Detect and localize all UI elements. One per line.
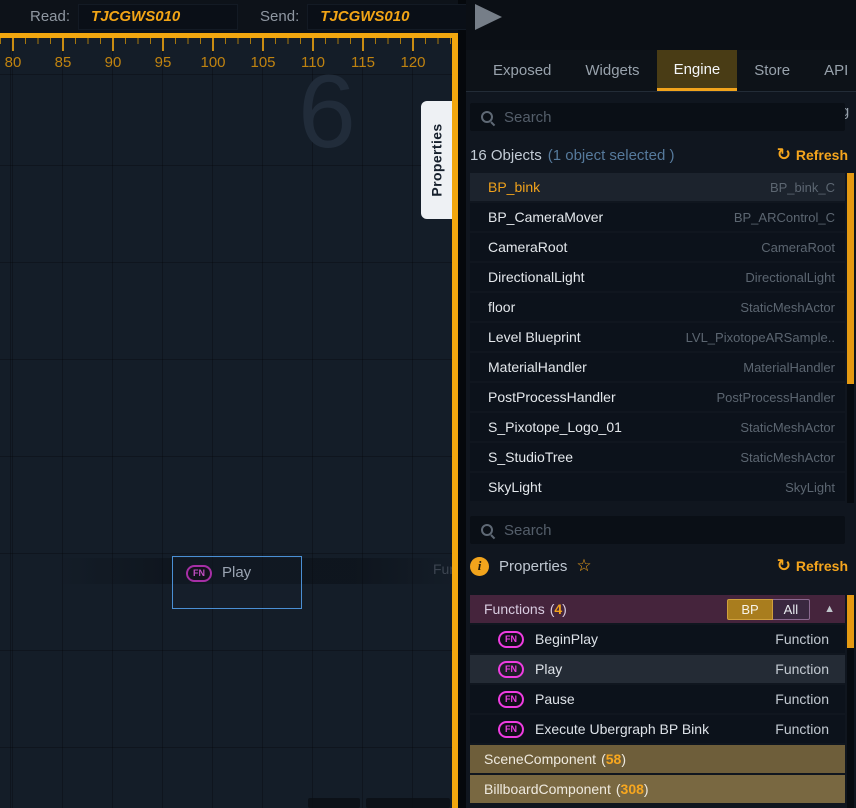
favorite-star-icon[interactable]: ☆ [576, 556, 591, 576]
ruler-label: 100 [188, 54, 238, 71]
refresh-icon: ↻ [777, 556, 791, 576]
functions-count: 4 [554, 601, 562, 617]
ruler-label: 95 [138, 54, 188, 71]
function-icon: FN [498, 661, 524, 678]
object-row[interactable]: Level Blueprint LVL_PixotopeARSample.. [470, 323, 845, 351]
dragged-widget-label: Play [222, 564, 251, 581]
functions-group-header[interactable]: Functions ( 4 ) BP All ▲ [470, 595, 845, 623]
clipped-bottom-element [366, 798, 450, 808]
function-icon: FN [186, 565, 212, 582]
tab-exposed[interactable]: Exposed [476, 50, 568, 91]
play-icon[interactable] [475, 4, 502, 30]
ruler-label: 105 [238, 54, 288, 71]
object-row[interactable]: SkyLight SkyLight [470, 473, 845, 501]
objects-list: BP_bink BP_bink_C BP_CameraMover BP_ARCo… [470, 173, 845, 503]
ruler-label: 90 [88, 54, 138, 71]
collapse-arrow-icon[interactable]: ▲ [824, 603, 835, 615]
tab-engine[interactable]: Engine [657, 50, 738, 91]
clipped-bottom-element [308, 798, 360, 808]
ruler-tick [62, 38, 64, 51]
object-row[interactable]: BP_bink BP_bink_C [470, 173, 845, 201]
ruler-label: 120 [388, 54, 438, 71]
panel-tabs: Exposed Widgets Engine Store API Log [466, 50, 856, 92]
function-row[interactable]: FN Execute Ubergraph BP Bink Function [470, 715, 845, 743]
ruler-label: 80 [0, 54, 38, 71]
info-icon[interactable]: i [470, 557, 489, 576]
bp-toggle-button[interactable]: BP [727, 599, 772, 620]
engine-panel: Exposed Widgets Engine Store API Log 16 … [466, 0, 856, 808]
properties-title: Properties [499, 558, 567, 575]
panel-top-strip [466, 0, 856, 50]
refresh-icon: ↻ [777, 145, 791, 165]
properties-scrollbar-thumb[interactable] [847, 595, 854, 648]
ruler-tick [312, 38, 314, 51]
objects-scrollbar[interactable] [847, 173, 854, 503]
ruler-tick [212, 38, 214, 51]
function-icon: FN [498, 721, 524, 738]
properties-search-input[interactable] [504, 522, 835, 539]
properties-side-tab[interactable]: Properties [421, 101, 452, 219]
properties-side-tab-label: Properties [429, 123, 445, 196]
properties-search[interactable] [470, 516, 845, 544]
billboard-component-group[interactable]: BillboardComponent ( 308 ) [470, 775, 845, 803]
drag-ghost-label: Function [433, 561, 458, 577]
object-row[interactable]: S_Pixotope_Logo_01 StaticMeshActor [470, 413, 845, 441]
all-toggle-button[interactable]: All [773, 599, 810, 620]
bp-all-toggle: BP All [727, 599, 810, 620]
objects-selected-count: (1 object selected ) [548, 147, 675, 164]
properties-scrollbar[interactable] [847, 595, 854, 808]
ruler-minor-ticks [0, 38, 452, 44]
properties-header: i Properties ☆ ↻ Refresh [470, 556, 848, 576]
dragged-play-widget[interactable]: FN Play [172, 556, 302, 609]
function-row[interactable]: FN Pause Function [470, 685, 845, 713]
read-input[interactable] [78, 4, 238, 30]
objects-count: 16 Objects [470, 147, 542, 164]
object-row[interactable]: floor StaticMeshActor [470, 293, 845, 321]
read-label: Read: [30, 8, 70, 25]
tab-widgets[interactable]: Widgets [568, 50, 656, 91]
send-label: Send: [260, 8, 299, 25]
send-input[interactable] [307, 4, 467, 30]
functions-list: FN BeginPlay Function FN Play Function F… [470, 625, 845, 745]
objects-refresh-button[interactable]: ↻ Refresh [777, 145, 848, 165]
ruler-tick [162, 38, 164, 51]
object-row[interactable]: BP_CameraMover BP_ARControl_C [470, 203, 845, 231]
objects-search[interactable] [470, 103, 845, 131]
ruler-tick [112, 38, 114, 51]
tab-store[interactable]: Store [737, 50, 807, 91]
ruler-tick [262, 38, 264, 51]
object-row[interactable]: S_StudioTree StaticMeshActor [470, 443, 845, 471]
search-icon [480, 110, 495, 125]
ruler-label: 85 [38, 54, 88, 71]
object-row[interactable]: CameraRoot CameraRoot [470, 233, 845, 261]
scene-component-group[interactable]: SceneComponent ( 58 ) [470, 745, 845, 773]
function-row[interactable]: FN BeginPlay Function [470, 625, 845, 653]
function-icon: FN [498, 631, 524, 648]
tab-api-log[interactable]: API Log [807, 50, 856, 91]
properties-refresh-button[interactable]: ↻ Refresh [777, 556, 848, 576]
objects-search-input[interactable] [504, 109, 835, 126]
object-row[interactable]: DirectionalLight DirectionalLight [470, 263, 845, 291]
viewport-canvas[interactable]: 80 85 90 95 100 105 110 115 120 6 Functi… [0, 33, 458, 808]
function-icon: FN [498, 691, 524, 708]
objects-header: 16 Objects (1 object selected ) ↻ Refres… [470, 145, 848, 165]
ruler-tick [362, 38, 364, 51]
ruler-tick [412, 38, 414, 51]
objects-scrollbar-thumb[interactable] [847, 173, 854, 384]
object-row[interactable]: PostProcessHandler PostProcessHandler [470, 383, 845, 411]
function-row[interactable]: FN Play Function [470, 655, 845, 683]
search-icon [480, 523, 495, 538]
ruler-tick [12, 38, 14, 51]
object-row[interactable]: MaterialHandler MaterialHandler [470, 353, 845, 381]
top-bar: Read: Send: [0, 0, 458, 33]
canvas-watermark: 6 [298, 60, 356, 164]
